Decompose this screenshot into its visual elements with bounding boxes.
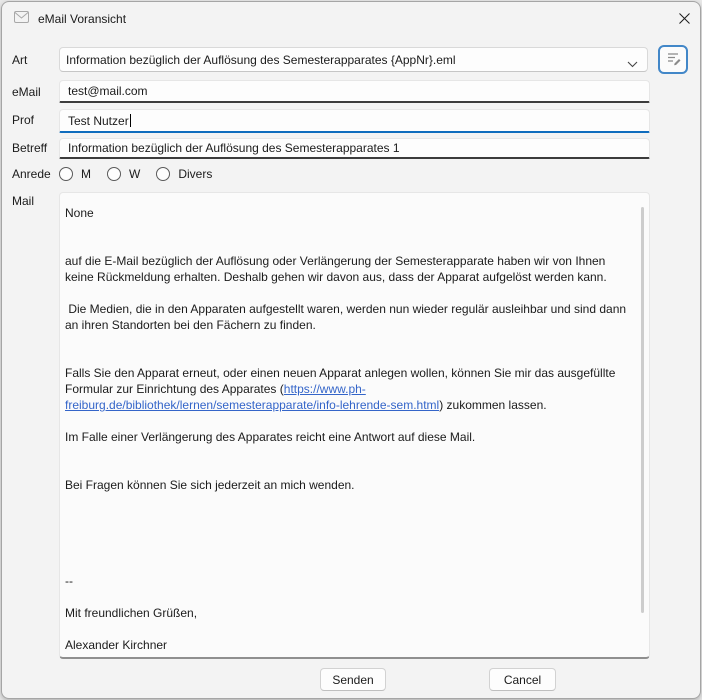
email-label: eMail [12, 84, 41, 100]
radio-label: W [129, 167, 140, 181]
mail-body-run: auf die E-Mail bezüglich der Auflösung o… [65, 254, 609, 284]
edit-list-icon [665, 50, 682, 69]
mail-body-run: -- [65, 574, 73, 588]
prof-label: Prof [12, 112, 34, 128]
send-button[interactable]: Senden [320, 668, 386, 691]
mail-body-text: None auf die E-Mail bezüglich der Auflös… [65, 205, 635, 655]
anrede-label: Anrede [12, 166, 51, 182]
email-field-value: test@mail.com [68, 84, 148, 98]
mail-body-run: None [65, 206, 94, 220]
radio-icon [59, 167, 73, 181]
title-bar: eMail Voransicht [2, 2, 700, 34]
text-caret [130, 114, 131, 127]
mail-body-run: Bei Fragen können Sie sich jederzeit an … [65, 478, 355, 492]
close-button[interactable] [673, 7, 695, 29]
mail-body-run: ) zukommen lassen. [439, 398, 546, 412]
radio-label: Divers [178, 167, 212, 181]
chevron-down-icon [627, 57, 638, 71]
edit-template-button[interactable] [658, 45, 688, 74]
mail-label: Mail [12, 193, 34, 209]
mail-body-run: Mit freundlichen Grüßen, [65, 606, 197, 620]
radio-label: M [81, 167, 91, 181]
mail-body-run: Die Medien, die in den Apparaten aufgest… [65, 302, 629, 332]
betreff-field-value: Information bezüglich der Auflösung des … [68, 141, 400, 155]
window-title: eMail Voransicht [38, 12, 126, 26]
betreff-field[interactable]: Information bezüglich der Auflösung des … [59, 138, 650, 159]
anrede-radio-group: M W Divers [59, 165, 212, 183]
mail-body-run: Im Falle einer Verlängerung des Apparate… [65, 430, 475, 444]
betreff-label: Betreff [12, 140, 47, 156]
prof-field[interactable]: Test Nutzer [59, 109, 650, 133]
cancel-button[interactable]: Cancel [489, 668, 556, 691]
email-preview-dialog: eMail Voransicht Art Information bezügli… [1, 1, 701, 699]
mail-body-run: Alexander Kirchner [65, 638, 167, 652]
radio-icon [156, 167, 170, 181]
radio-icon [107, 167, 121, 181]
radio-option-w[interactable]: W [107, 167, 140, 181]
email-icon [14, 11, 29, 26]
email-field[interactable]: test@mail.com [59, 80, 650, 103]
art-template-dropdown[interactable]: Information bezüglich der Auflösung des … [59, 47, 648, 72]
art-label: Art [12, 52, 27, 68]
radio-option-m[interactable]: M [59, 167, 91, 181]
prof-field-value: Test Nutzer [68, 114, 129, 128]
scrollbar-thumb[interactable] [641, 207, 644, 613]
mail-body-area[interactable]: None auf die E-Mail bezüglich der Auflös… [59, 192, 650, 659]
radio-option-divers[interactable]: Divers [156, 167, 212, 181]
art-selected-value: Information bezüglich der Auflösung des … [66, 53, 456, 67]
